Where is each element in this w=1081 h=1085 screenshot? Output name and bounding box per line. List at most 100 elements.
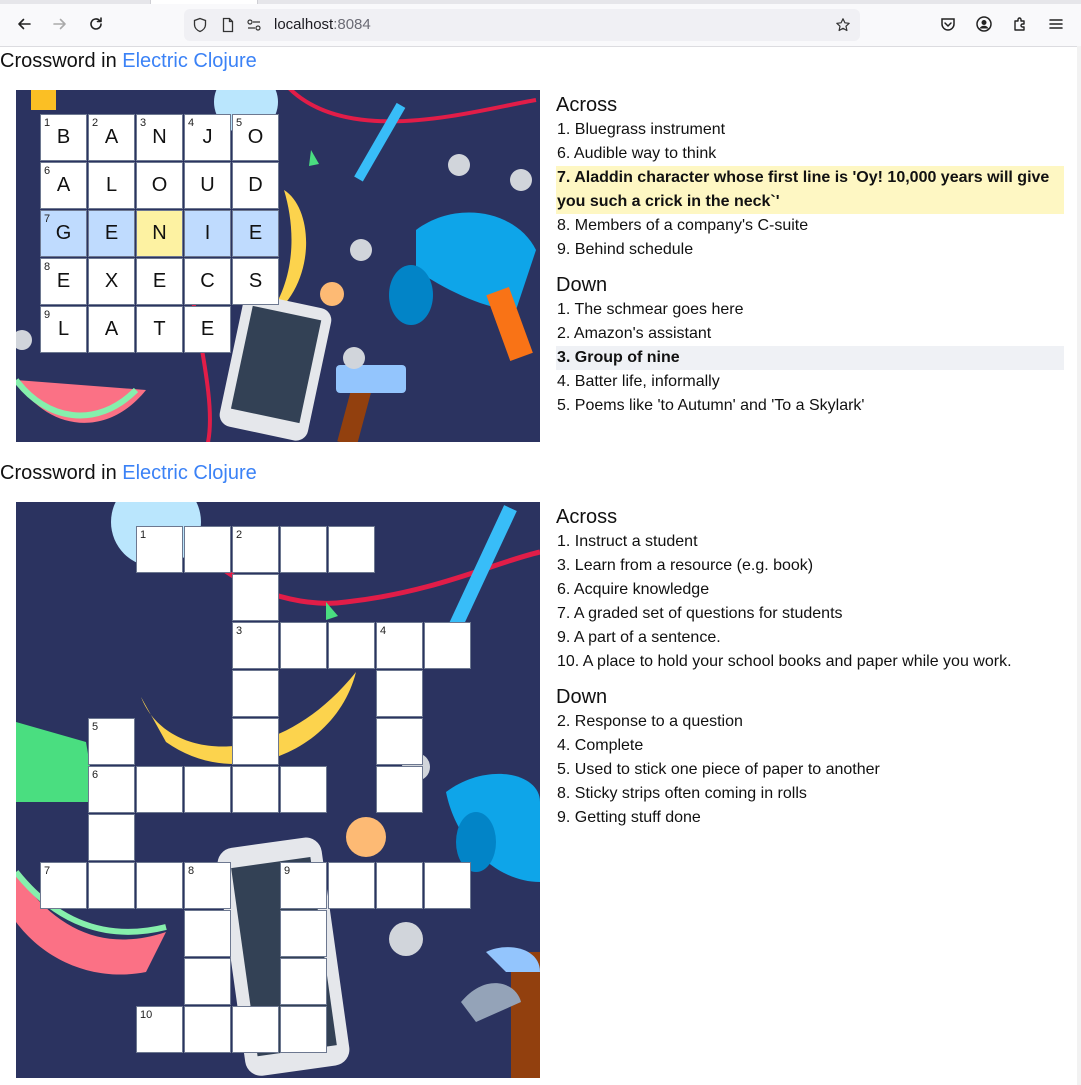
grid-cell[interactable]: [280, 1006, 327, 1053]
grid-cell[interactable]: [328, 622, 375, 669]
active-tab[interactable]: [150, 0, 258, 4]
grid-cell[interactable]: 8E: [40, 258, 87, 305]
grid-cell[interactable]: [184, 766, 231, 813]
extensions-button[interactable]: [1009, 13, 1031, 35]
clue-item[interactable]: 9. Behind schedule: [556, 238, 1064, 262]
grid-cell[interactable]: 7: [40, 862, 87, 909]
clue-item[interactable]: 1. Instruct a student: [556, 530, 1064, 554]
grid-cell[interactable]: [280, 766, 327, 813]
page-icon[interactable]: [220, 17, 236, 33]
grid-cell[interactable]: [376, 718, 423, 765]
grid-cell[interactable]: 7G: [40, 210, 87, 257]
grid-cell[interactable]: E: [184, 306, 231, 353]
grid-cell[interactable]: 2A: [88, 114, 135, 161]
clue-item[interactable]: 1. Bluegrass instrument: [556, 118, 1064, 142]
grid-cell[interactable]: [424, 622, 471, 669]
bookmark-star-icon[interactable]: [835, 17, 851, 33]
menu-button[interactable]: [1045, 13, 1067, 35]
clue-item[interactable]: 10. A place to hold your school books an…: [556, 650, 1064, 674]
grid-cell[interactable]: 5O: [232, 114, 279, 161]
grid-cell[interactable]: N: [136, 210, 183, 257]
grid-cell[interactable]: 9: [280, 862, 327, 909]
grid-cell[interactable]: T: [136, 306, 183, 353]
grid-cell[interactable]: [280, 526, 327, 573]
grid-cell[interactable]: L: [88, 162, 135, 209]
grid-cell[interactable]: [328, 862, 375, 909]
grid-cell[interactable]: [232, 1006, 279, 1053]
grid-cell[interactable]: 5: [88, 718, 135, 765]
grid-cell[interactable]: [232, 766, 279, 813]
back-button[interactable]: [13, 13, 35, 35]
grid-cell[interactable]: [184, 958, 231, 1005]
grid-cell[interactable]: [184, 1006, 231, 1053]
grid-cell[interactable]: 6: [88, 766, 135, 813]
grid-cell[interactable]: [88, 814, 135, 861]
clue-item[interactable]: 9. Getting stuff done: [556, 806, 1064, 830]
grid-cell[interactable]: 2: [232, 526, 279, 573]
permissions-icon[interactable]: [246, 17, 262, 33]
grid-cell[interactable]: 4: [376, 622, 423, 669]
clue-item[interactable]: 7. A graded set of questions for student…: [556, 602, 1064, 626]
grid-cell[interactable]: 3N: [136, 114, 183, 161]
grid-cell[interactable]: C: [184, 258, 231, 305]
grid-cell[interactable]: [136, 862, 183, 909]
grid-cell[interactable]: [184, 526, 231, 573]
grid-cell[interactable]: 3: [232, 622, 279, 669]
electric-clojure-link[interactable]: Electric Clojure: [122, 50, 256, 72]
grid-cell[interactable]: [232, 718, 279, 765]
grid-cell[interactable]: I: [184, 210, 231, 257]
clue-item[interactable]: 2. Response to a question: [556, 710, 1064, 734]
clue-item[interactable]: 5. Used to stick one piece of paper to a…: [556, 758, 1064, 782]
grid-cell[interactable]: E: [88, 210, 135, 257]
url-text[interactable]: localhost:8084: [274, 16, 371, 33]
grid-cell[interactable]: [328, 526, 375, 573]
pocket-button[interactable]: [937, 13, 959, 35]
grid-cell[interactable]: [136, 766, 183, 813]
grid-cell[interactable]: [280, 958, 327, 1005]
grid-cell[interactable]: [280, 910, 327, 957]
grid-cell[interactable]: [232, 670, 279, 717]
clue-item[interactable]: 4. Batter life, informally: [556, 370, 1064, 394]
clue-item[interactable]: 7. Aladdin character whose first line is…: [556, 166, 1064, 214]
grid-cell[interactable]: S: [232, 258, 279, 305]
shield-icon[interactable]: [192, 17, 208, 33]
grid-cell[interactable]: D: [232, 162, 279, 209]
page-scrollbar[interactable]: [1077, 46, 1081, 1085]
grid-cell[interactable]: [424, 862, 471, 909]
grid-cell[interactable]: [232, 574, 279, 621]
grid-cell[interactable]: X: [88, 258, 135, 305]
clue-item[interactable]: 4. Complete: [556, 734, 1064, 758]
clue-item[interactable]: 6. Acquire knowledge: [556, 578, 1064, 602]
forward-button[interactable]: [49, 13, 71, 35]
clue-item[interactable]: 8. Sticky strips often coming in rolls: [556, 782, 1064, 806]
grid-cell[interactable]: [376, 670, 423, 717]
grid-cell[interactable]: [376, 862, 423, 909]
electric-clojure-link[interactable]: Electric Clojure: [122, 462, 256, 484]
grid-cell[interactable]: O: [136, 162, 183, 209]
grid-cell[interactable]: 10: [136, 1006, 183, 1053]
grid-cell[interactable]: [184, 910, 231, 957]
grid-cell[interactable]: [88, 862, 135, 909]
grid-cell[interactable]: 6A: [40, 162, 87, 209]
grid-cell[interactable]: 1: [136, 526, 183, 573]
clue-item[interactable]: 2. Amazon's assistant: [556, 322, 1064, 346]
clue-item[interactable]: 5. Poems like 'to Autumn' and 'To a Skyl…: [556, 394, 1064, 418]
grid-cell[interactable]: A: [88, 306, 135, 353]
clue-item[interactable]: 6. Audible way to think: [556, 142, 1064, 166]
reload-button[interactable]: [85, 13, 107, 35]
grid-cell[interactable]: 4J: [184, 114, 231, 161]
clue-item[interactable]: 8. Members of a company's C-suite: [556, 214, 1064, 238]
clue-item[interactable]: 9. A part of a sentence.: [556, 626, 1064, 650]
url-bar[interactable]: localhost:8084: [184, 9, 860, 41]
grid-cell[interactable]: E: [232, 210, 279, 257]
clue-item[interactable]: 1. The schmear goes here: [556, 298, 1064, 322]
grid-cell[interactable]: 1B: [40, 114, 87, 161]
grid-cell[interactable]: 8: [184, 862, 231, 909]
clue-item[interactable]: 3. Learn from a resource (e.g. book): [556, 554, 1064, 578]
clue-item[interactable]: 3. Group of nine: [556, 346, 1064, 370]
grid-cell[interactable]: [376, 766, 423, 813]
account-button[interactable]: [973, 13, 995, 35]
grid-cell[interactable]: 9L: [40, 306, 87, 353]
grid-cell[interactable]: E: [136, 258, 183, 305]
grid-cell[interactable]: U: [184, 162, 231, 209]
